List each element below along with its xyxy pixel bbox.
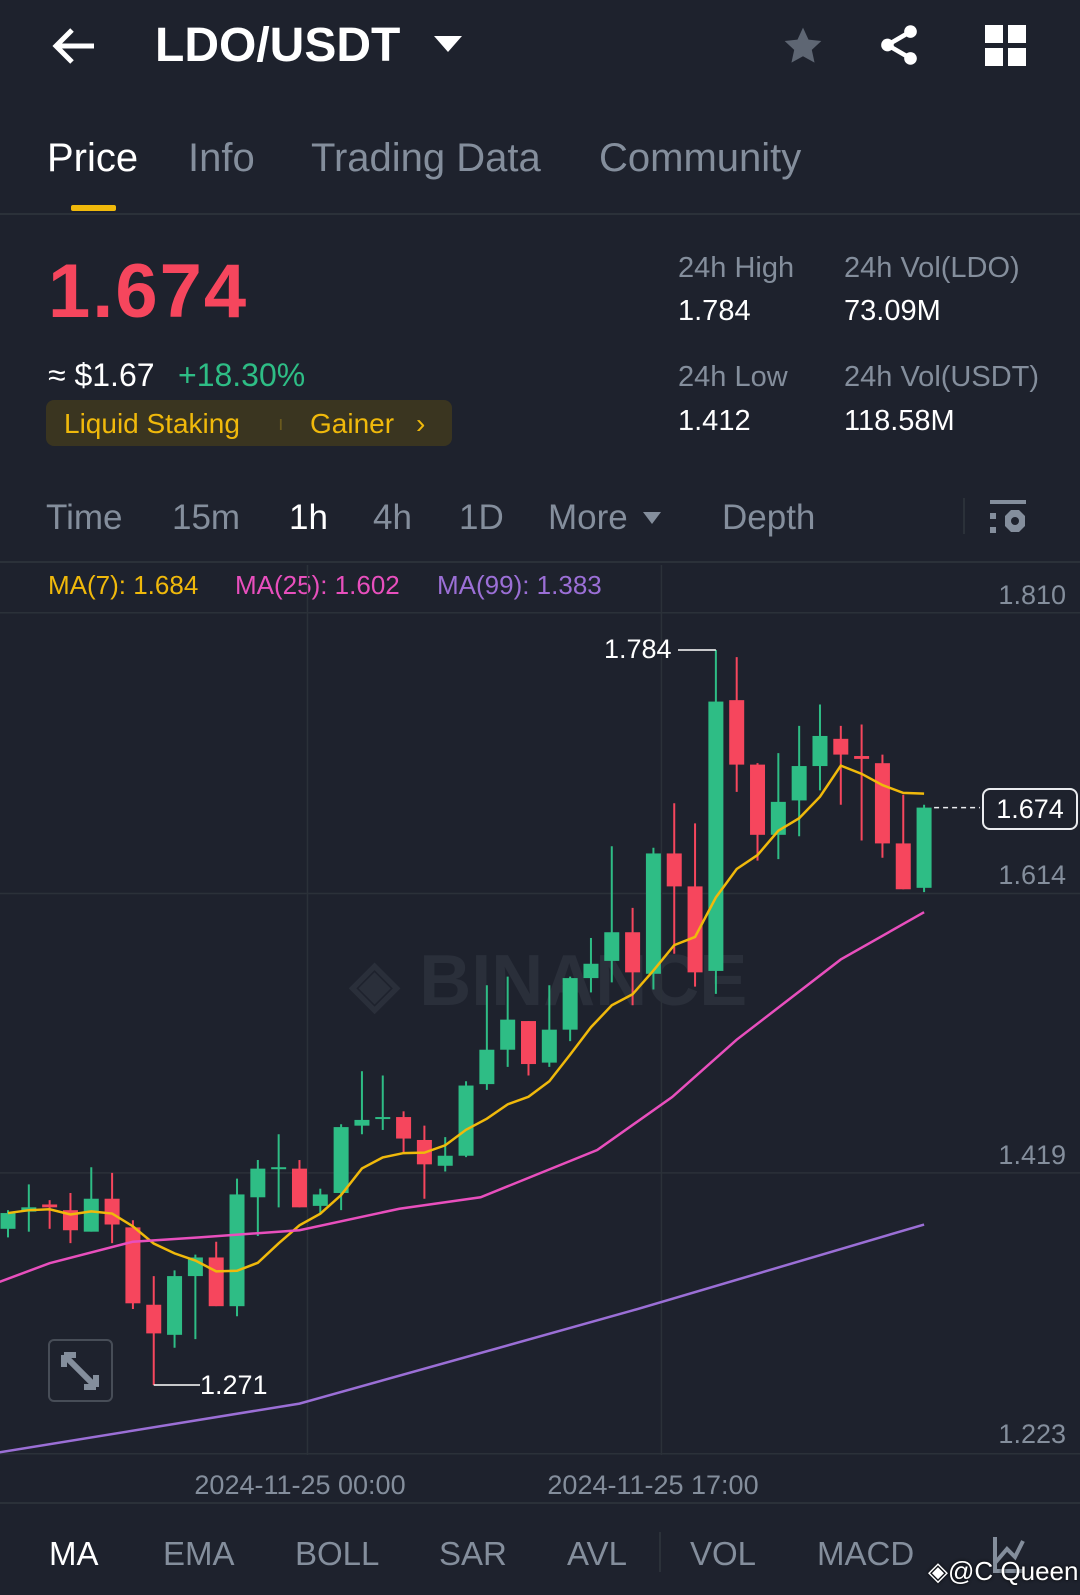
candle-body bbox=[375, 1117, 391, 1120]
candle-body bbox=[437, 1155, 453, 1166]
candle-body bbox=[708, 701, 724, 971]
candle-body bbox=[396, 1117, 412, 1139]
indicator-boll[interactable]: BOLL bbox=[295, 1535, 379, 1573]
candle-body bbox=[562, 978, 578, 1030]
y-tick-label: 1.810 bbox=[998, 580, 1066, 610]
candle-body bbox=[104, 1198, 120, 1225]
high-annotation: 1.784 bbox=[604, 634, 672, 664]
candle-body bbox=[250, 1168, 266, 1198]
candle-body bbox=[604, 932, 620, 961]
current-price-label: 1.674 bbox=[982, 788, 1078, 830]
candle-body bbox=[666, 853, 682, 887]
separator bbox=[659, 1532, 661, 1572]
candle-body bbox=[208, 1257, 224, 1307]
candle-body bbox=[125, 1227, 141, 1304]
indicator-avl[interactable]: AVL bbox=[567, 1535, 627, 1573]
candle-body bbox=[895, 843, 911, 890]
indicator-ma[interactable]: MA bbox=[49, 1535, 99, 1573]
low-annotation: 1.271 bbox=[200, 1370, 268, 1400]
candle-body bbox=[42, 1204, 58, 1208]
ma7-line bbox=[7, 764, 925, 1273]
candle-body bbox=[833, 738, 849, 755]
y-tick-label: 1.419 bbox=[998, 1140, 1066, 1170]
candle-body bbox=[521, 1021, 536, 1065]
candle-body bbox=[791, 766, 807, 801]
candle-body bbox=[625, 932, 641, 973]
y-tick-label: 1.614 bbox=[998, 860, 1066, 890]
candle-body bbox=[874, 763, 890, 844]
expand-icon bbox=[61, 1352, 99, 1390]
candle-body bbox=[916, 807, 932, 888]
candle-body bbox=[729, 700, 745, 765]
candle-body bbox=[333, 1127, 349, 1193]
candle-body bbox=[458, 1085, 474, 1156]
candle-body bbox=[583, 963, 599, 979]
candle-body bbox=[291, 1168, 307, 1208]
y-tick-label: 1.223 bbox=[998, 1419, 1066, 1449]
candle-body bbox=[750, 764, 766, 835]
indicator-macd[interactable]: MACD bbox=[817, 1535, 914, 1573]
candle-body bbox=[854, 756, 870, 759]
candle-body bbox=[271, 1167, 287, 1170]
indicator-sar[interactable]: SAR bbox=[439, 1535, 507, 1573]
candle-body bbox=[167, 1276, 183, 1335]
fullscreen-button[interactable] bbox=[48, 1339, 113, 1402]
indicator-ema[interactable]: EMA bbox=[163, 1535, 235, 1573]
candle-body bbox=[541, 1029, 557, 1063]
indicator-vol[interactable]: VOL bbox=[690, 1535, 756, 1573]
candle-body bbox=[83, 1198, 99, 1232]
divider bbox=[0, 1502, 1080, 1504]
candle-body bbox=[645, 853, 661, 974]
candle-body bbox=[479, 1049, 495, 1085]
candle-body bbox=[812, 735, 828, 767]
x-tick-label: 2024-11-25 17:00 bbox=[547, 1470, 759, 1500]
candlestick-chart[interactable] bbox=[0, 0, 1080, 1595]
candle-body bbox=[146, 1304, 162, 1334]
candle-body bbox=[312, 1194, 328, 1206]
x-tick-label: 2024-11-25 00:00 bbox=[194, 1470, 406, 1500]
candle-body bbox=[500, 1019, 516, 1050]
candle-body bbox=[354, 1119, 370, 1126]
user-watermark: ◈@C Queen bbox=[928, 1556, 1079, 1586]
candle-body bbox=[0, 1213, 16, 1229]
candle-body bbox=[229, 1194, 245, 1307]
